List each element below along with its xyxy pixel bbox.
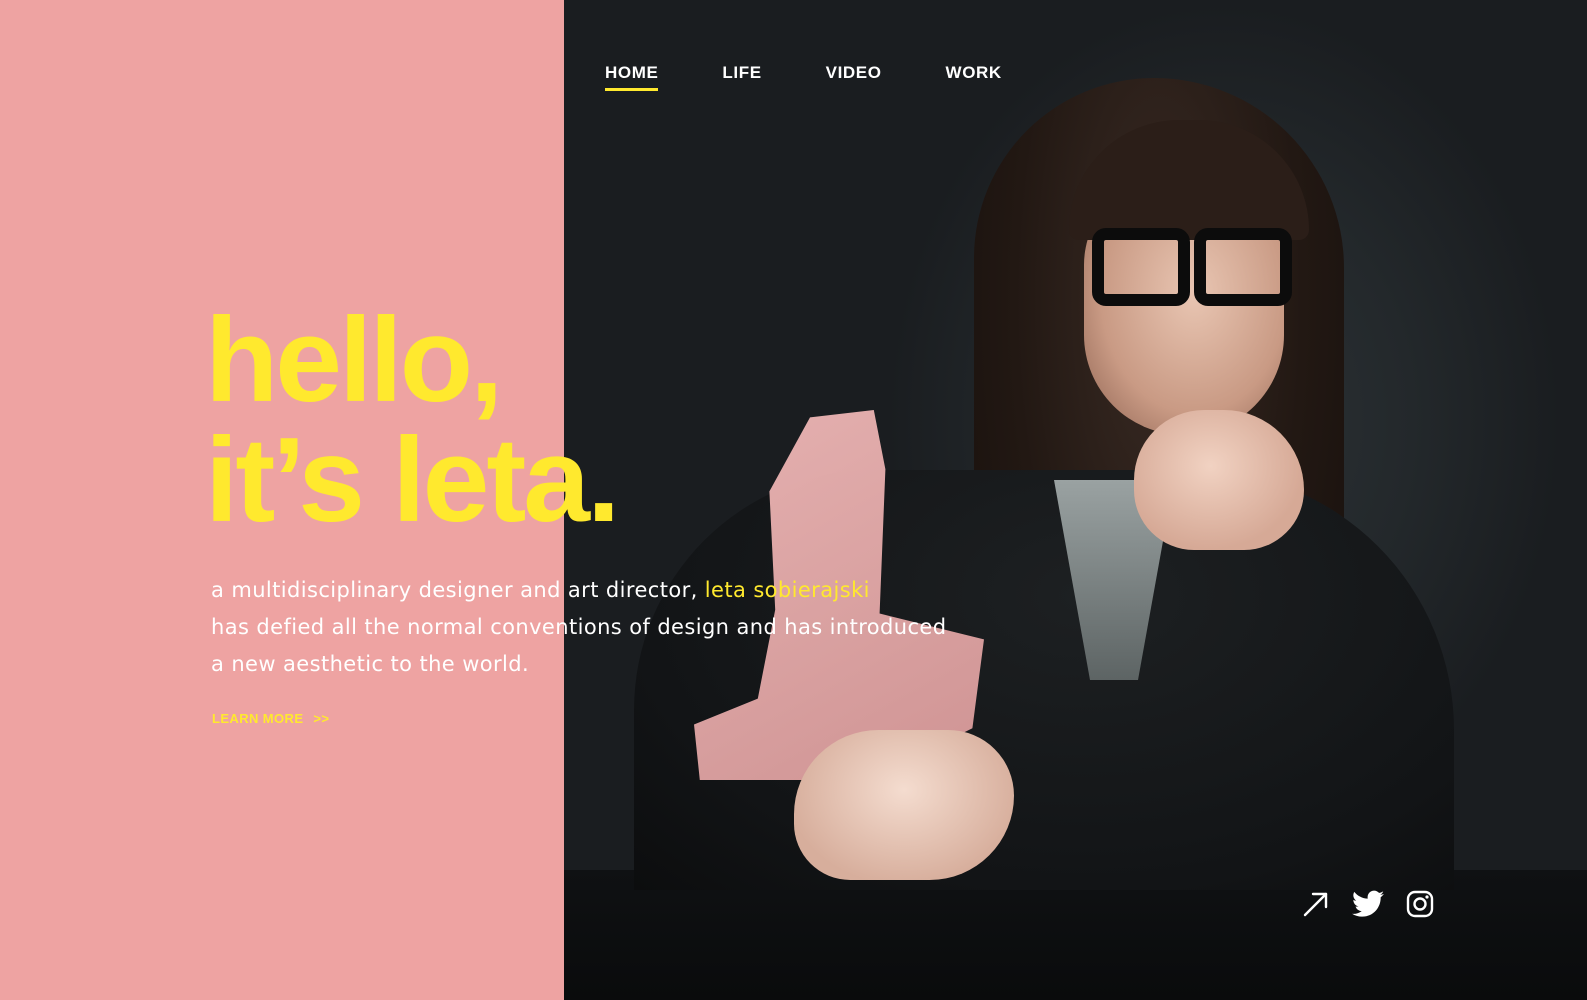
- photo-glasses-left: [1092, 228, 1190, 306]
- nav-work[interactable]: WORK: [946, 63, 1002, 83]
- photo-glasses-right: [1194, 228, 1292, 306]
- intro-paragraph: a multidisciplinary designer and art dir…: [211, 572, 1031, 683]
- intro-line-1-text: a multidisciplinary designer and art dir…: [211, 578, 698, 602]
- hero-heading: hello, it’s leta.: [205, 293, 620, 547]
- intro-line-1: a multidisciplinary designer and art dir…: [211, 572, 1031, 609]
- external-link-arrow-icon: [1302, 890, 1330, 918]
- designer-name: leta sobierajski: [704, 578, 870, 602]
- intro-line-3: a new aesthetic to the world.: [211, 652, 530, 676]
- external-link-button[interactable]: [1300, 888, 1332, 920]
- learn-more-arrows: >>: [313, 711, 330, 726]
- intro-line-2: has defied all the normal conventions of…: [211, 615, 947, 639]
- instagram-button[interactable]: [1404, 888, 1436, 920]
- nav-video[interactable]: VIDEO: [826, 63, 882, 83]
- photo-hand-low: [794, 730, 1014, 880]
- twitter-icon: [1352, 890, 1384, 918]
- hero-line-2: it’s leta.: [205, 413, 620, 547]
- instagram-icon: [1406, 890, 1434, 918]
- landing-page: HOME LIFE VIDEO WORK hello, it’s leta. a…: [0, 0, 1587, 1000]
- hero-photo: [564, 0, 1587, 1000]
- learn-more-link[interactable]: LEARN MORE >>: [212, 711, 329, 726]
- nav-life[interactable]: LIFE: [722, 63, 761, 83]
- learn-more-label: LEARN MORE: [212, 711, 304, 726]
- nav-home[interactable]: HOME: [605, 63, 659, 91]
- photo-hand-chin: [1134, 410, 1304, 550]
- twitter-button[interactable]: [1352, 888, 1384, 920]
- social-links: [1300, 888, 1436, 920]
- main-nav: HOME LIFE VIDEO WORK: [605, 63, 1002, 91]
- hero-line-1: hello,: [205, 293, 503, 427]
